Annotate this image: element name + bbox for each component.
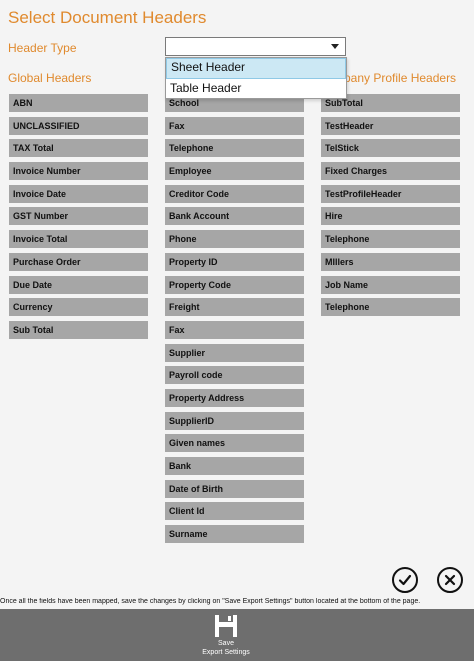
check-icon <box>398 574 412 586</box>
header-tile[interactable]: Telephone <box>321 230 460 249</box>
header-tile[interactable]: Sub Total <box>9 320 148 339</box>
header-tile[interactable]: Supplier <box>165 343 304 362</box>
header-type-label: Header Type <box>8 41 77 55</box>
header-tile[interactable]: Telephone <box>165 139 304 158</box>
global-headers-list: ABN UNCLASSIFIED TAX Total Invoice Numbe… <box>9 94 148 344</box>
confirm-button[interactable] <box>392 567 418 593</box>
header-tile[interactable]: Hire <box>321 207 460 226</box>
instruction-note: Once all the fields have been mapped, sa… <box>0 598 421 605</box>
company-profile-headers-list: SubTotal TestHeader TelStick Fixed Charg… <box>321 94 460 321</box>
header-tile[interactable]: Job Name <box>321 275 460 294</box>
header-tile[interactable]: ABN <box>9 94 148 112</box>
chevron-down-icon[interactable] <box>331 44 339 49</box>
header-tile[interactable]: Creditor Code <box>165 184 304 203</box>
header-tile[interactable]: Surname <box>165 525 304 544</box>
header-tile[interactable]: Invoice Number <box>9 162 148 181</box>
save-label: Save <box>218 640 234 647</box>
header-tile[interactable]: Due Date <box>9 275 148 294</box>
header-tile[interactable]: Employee <box>165 162 304 181</box>
header-tile[interactable]: MIllers <box>321 252 460 271</box>
header-tile[interactable]: UNCLASSIFIED <box>9 116 148 135</box>
header-tile[interactable]: TelStick <box>321 139 460 158</box>
header-tile[interactable]: TAX Total <box>9 139 148 158</box>
header-tile[interactable]: Purchase Order <box>9 252 148 271</box>
app-bar: Save Export Settings <box>0 609 474 661</box>
close-icon <box>444 574 456 586</box>
header-tile[interactable]: Currency <box>9 298 148 317</box>
header-type-select[interactable] <box>165 37 346 56</box>
header-tile[interactable]: Telephone <box>321 298 460 317</box>
header-tile[interactable]: Invoice Total <box>9 230 148 249</box>
page-title: Select Document Headers <box>8 8 207 27</box>
header-tile[interactable]: Property Code <box>165 275 304 294</box>
cancel-button[interactable] <box>437 567 463 593</box>
header-tile[interactable]: TestProfileHeader <box>321 184 460 203</box>
header-tile[interactable]: Payroll code <box>165 366 304 385</box>
export-settings-label: Export Settings <box>202 649 250 656</box>
header-tile[interactable]: GST Number <box>9 207 148 226</box>
header-tile[interactable]: Freight <box>165 298 304 317</box>
save-export-settings-button[interactable]: Save Export Settings <box>198 609 254 661</box>
header-tile[interactable]: Fax <box>165 320 304 339</box>
header-tile[interactable]: Date of Birth <box>165 479 304 498</box>
header-tile[interactable]: Phone <box>165 230 304 249</box>
header-tile[interactable]: SupplierID <box>165 411 304 430</box>
header-tile[interactable]: Bank Account <box>165 207 304 226</box>
header-tile[interactable]: Property ID <box>165 252 304 271</box>
header-tile[interactable]: Invoice Date <box>9 184 148 203</box>
option-sheet-header[interactable]: Sheet Header <box>166 58 346 79</box>
header-tile[interactable]: Given names <box>165 434 304 453</box>
global-headers-title: Global Headers <box>8 71 92 85</box>
header-type-dropdown: Sheet Header Table Header <box>165 57 347 99</box>
header-tile[interactable]: Fax <box>165 116 304 135</box>
header-tile[interactable]: Property Address <box>165 388 304 407</box>
option-table-header[interactable]: Table Header <box>166 79 346 98</box>
header-tile[interactable]: Bank <box>165 457 304 475</box>
sheet-headers-list: School Fax Telephone Employee Creditor C… <box>165 94 304 548</box>
company-profile-headers-title: pany Profile Headers <box>344 71 457 85</box>
header-tile[interactable]: TestHeader <box>321 116 460 135</box>
header-tile[interactable]: Client Id <box>165 502 304 521</box>
floppy-disk-icon <box>215 615 237 637</box>
header-tile[interactable]: Fixed Charges <box>321 162 460 181</box>
